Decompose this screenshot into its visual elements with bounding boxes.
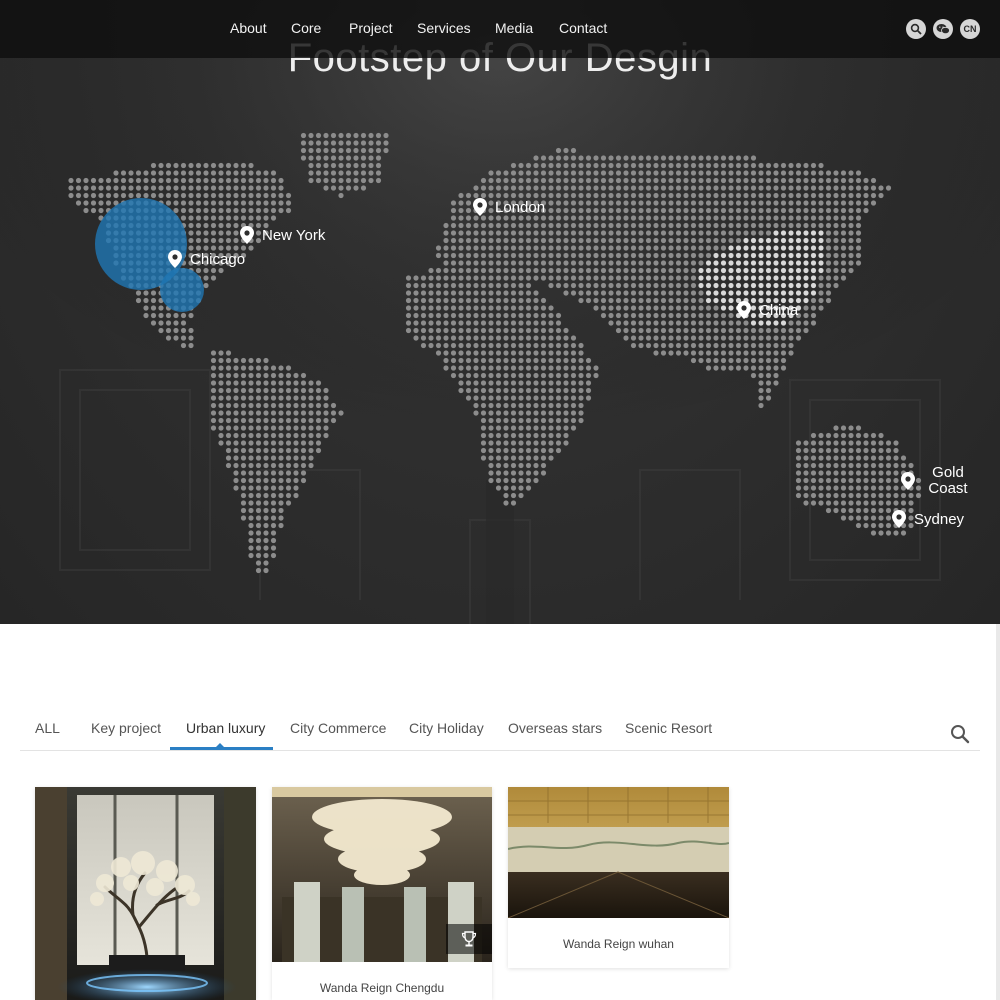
active-tab-caret	[216, 743, 224, 747]
top-navigation: About Core Project Services Media Contac…	[0, 0, 1000, 58]
wechat-icon[interactable]	[933, 19, 953, 39]
project-card[interactable]: Wanda Reign Chengdu	[272, 787, 492, 1000]
location-label: London	[495, 198, 546, 216]
award-badge	[446, 924, 492, 954]
scrollbar-track[interactable]	[996, 624, 1000, 1000]
world-map	[68, 132, 922, 574]
location-pin-london[interactable]: London	[473, 198, 545, 216]
project-card[interactable]	[35, 787, 256, 1000]
location-label: China	[759, 301, 799, 319]
search-icon[interactable]	[906, 19, 926, 39]
project-category-tabs: ALL Key project Urban luxury City Commer…	[20, 706, 980, 751]
tab-scenic-resort[interactable]: Scenic Resort	[625, 720, 712, 736]
nav-media[interactable]: Media	[495, 20, 533, 36]
location-pin-sydney[interactable]: Sydney	[892, 510, 964, 528]
map-marker-icon	[737, 301, 751, 319]
location-pin-new-york[interactable]: New York	[240, 226, 325, 244]
active-tab-indicator	[170, 747, 273, 750]
trophy-icon	[461, 931, 477, 947]
location-pin-gold-coast[interactable]: Gold Coast	[901, 465, 973, 497]
location-pin-chicago[interactable]: Chicago	[168, 250, 245, 268]
project-image	[35, 787, 256, 1000]
location-label: New York	[262, 226, 326, 244]
location-label: Gold Coast	[928, 464, 968, 497]
map-section: Footstep of Our Desgin New York Chicago …	[0, 0, 1000, 624]
language-label: CN	[963, 24, 977, 34]
location-pin-china[interactable]: China	[737, 301, 798, 319]
project-caption: Wanda Reign wuhan	[563, 937, 674, 951]
nav-project[interactable]: Project	[349, 20, 393, 36]
tab-all[interactable]: ALL	[35, 720, 60, 736]
tab-city-holiday[interactable]: City Holiday	[409, 720, 484, 736]
nav-about[interactable]: About	[230, 20, 267, 36]
tab-overseas-stars[interactable]: Overseas stars	[508, 720, 602, 736]
tab-urban-luxury[interactable]: Urban luxury	[186, 720, 265, 736]
map-marker-icon	[240, 226, 254, 244]
project-cluster-bubble[interactable]	[160, 268, 204, 312]
tab-key-project[interactable]: Key project	[91, 720, 161, 736]
project-image	[508, 787, 729, 918]
project-card[interactable]: Wanda Reign wuhan	[508, 787, 729, 968]
map-marker-icon	[901, 472, 915, 490]
map-marker-icon	[892, 510, 906, 528]
nav-contact[interactable]: Contact	[559, 20, 607, 36]
project-caption: Wanda Reign Chengdu	[319, 981, 445, 995]
nav-core[interactable]: Core	[291, 20, 321, 36]
language-switch-button[interactable]: CN	[960, 19, 980, 39]
location-label: Sydney	[914, 510, 965, 528]
map-marker-icon	[473, 198, 487, 216]
location-label: Chicago	[190, 250, 246, 268]
map-marker-icon	[168, 250, 182, 268]
nav-services[interactable]: Services	[417, 20, 471, 36]
search-icon[interactable]	[950, 724, 970, 744]
tab-city-commerce[interactable]: City Commerce	[290, 720, 386, 736]
